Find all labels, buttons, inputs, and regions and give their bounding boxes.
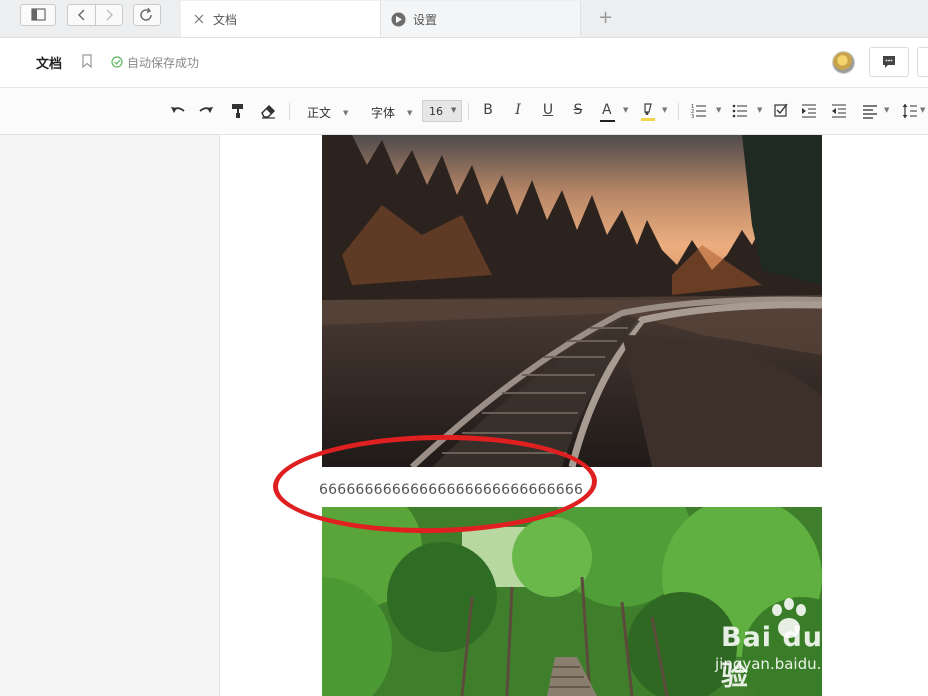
align-left-icon [863, 105, 877, 119]
comment-button[interactable] [869, 47, 909, 77]
eraser-icon [261, 104, 276, 119]
checklist-button[interactable] [773, 101, 789, 121]
font-value: 字体 [371, 106, 396, 120]
toolbar-divider [678, 103, 679, 120]
back-button[interactable] [68, 5, 96, 25]
font-size-value: 16 [429, 105, 443, 118]
outdent-button[interactable] [831, 101, 847, 121]
undo-icon [171, 107, 185, 113]
clear-format-button[interactable] [259, 101, 277, 121]
settings-icon [391, 12, 406, 27]
refresh-button[interactable] [133, 4, 161, 26]
bullet-list-icon [732, 104, 747, 118]
toolbar-divider [289, 103, 290, 120]
line-height-icon [902, 104, 917, 118]
undo-button[interactable] [169, 101, 187, 121]
caret-down-icon: ▼ [407, 109, 413, 117]
tab-document[interactable]: 文档 [181, 1, 381, 37]
outdent-icon [832, 104, 846, 118]
paragraph-style-dropdown[interactable]: 正文 ▼ [307, 104, 348, 121]
tab-settings[interactable]: 设置 [381, 1, 581, 37]
format-painter-button[interactable] [230, 101, 246, 121]
watermark-text: Bai du 经验 [721, 622, 862, 692]
format-painter-icon [232, 104, 243, 118]
indent-icon [802, 104, 816, 118]
refresh-icon [140, 7, 152, 21]
redo-button[interactable] [197, 101, 215, 121]
bullet-list-button[interactable] [731, 101, 749, 121]
caret-down-icon[interactable]: ▼ [716, 106, 721, 114]
railway-illustration [322, 135, 822, 467]
bold-button[interactable]: B [480, 102, 496, 118]
chevron-right-icon [106, 9, 113, 21]
indent-button[interactable] [801, 101, 817, 121]
tab-label: 设置 [413, 13, 438, 27]
paragraph-style-value: 正文 [307, 106, 332, 120]
new-tab-button[interactable]: + [598, 9, 613, 27]
close-icon[interactable] [193, 13, 205, 25]
caret-down-icon: ▼ [451, 106, 457, 114]
ordered-list-icon: 123 [691, 104, 706, 120]
font-dropdown[interactable]: 字体 ▼ [371, 104, 412, 121]
line-height-button[interactable] [902, 101, 918, 121]
railway-photo[interactable] [322, 135, 822, 467]
sidebar-toggle-button[interactable] [20, 4, 56, 26]
ordered-list-button[interactable]: 123 [690, 101, 708, 121]
caret-down-icon[interactable]: ▼ [757, 106, 762, 114]
font-size-dropdown[interactable]: 16 ▼ [422, 100, 462, 122]
watermark-url: jingyan.baidu.com [715, 655, 854, 673]
document-title[interactable]: 文档 [36, 53, 62, 72]
strikethrough-button[interactable]: S [570, 102, 586, 118]
chevron-left-icon [78, 9, 85, 21]
sidebar-icon [31, 8, 46, 21]
underline-button[interactable]: U [540, 102, 556, 118]
font-color-swatch [600, 120, 615, 122]
toolbar-divider [468, 103, 469, 120]
avatar[interactable] [832, 51, 855, 74]
baidu-watermark: Bai du 经验 jingyan.baidu.com [707, 598, 887, 692]
checkbox-icon [774, 103, 788, 117]
font-color-button[interactable]: A [600, 102, 616, 124]
autosave-text: 自动保存成功 [127, 56, 200, 70]
tab-label: 文档 [213, 13, 238, 27]
more-button[interactable] [917, 47, 928, 77]
check-circle-icon [111, 56, 123, 68]
formatting-toolbar: 正文 ▼ 字体 ▼ 16 ▼ B I U S A ▼ ▼ 123 ▼ ▼ ▼ ▼ [0, 88, 928, 135]
svg-text:3: 3 [691, 114, 694, 120]
comment-icon [883, 56, 895, 68]
bookmark-icon[interactable] [81, 54, 93, 68]
caret-down-icon: ▼ [343, 109, 349, 117]
nav-buttons [67, 4, 123, 26]
left-sidebar [0, 135, 220, 696]
document-header: 文档 自动保存成功 [0, 38, 928, 88]
caret-down-icon[interactable]: ▼ [884, 106, 889, 114]
caret-down-icon[interactable]: ▼ [920, 106, 925, 114]
forward-button[interactable] [96, 5, 123, 25]
tab-bar: 文档 设置 + [0, 0, 928, 38]
caret-down-icon[interactable]: ▼ [662, 106, 667, 114]
font-color-glyph: A [602, 102, 612, 118]
redo-icon [199, 107, 213, 113]
italic-button[interactable]: I [510, 102, 526, 118]
highlighter-icon [641, 103, 655, 121]
caret-down-icon[interactable]: ▼ [623, 106, 628, 114]
align-button[interactable] [862, 101, 878, 121]
highlight-button[interactable] [639, 101, 657, 121]
